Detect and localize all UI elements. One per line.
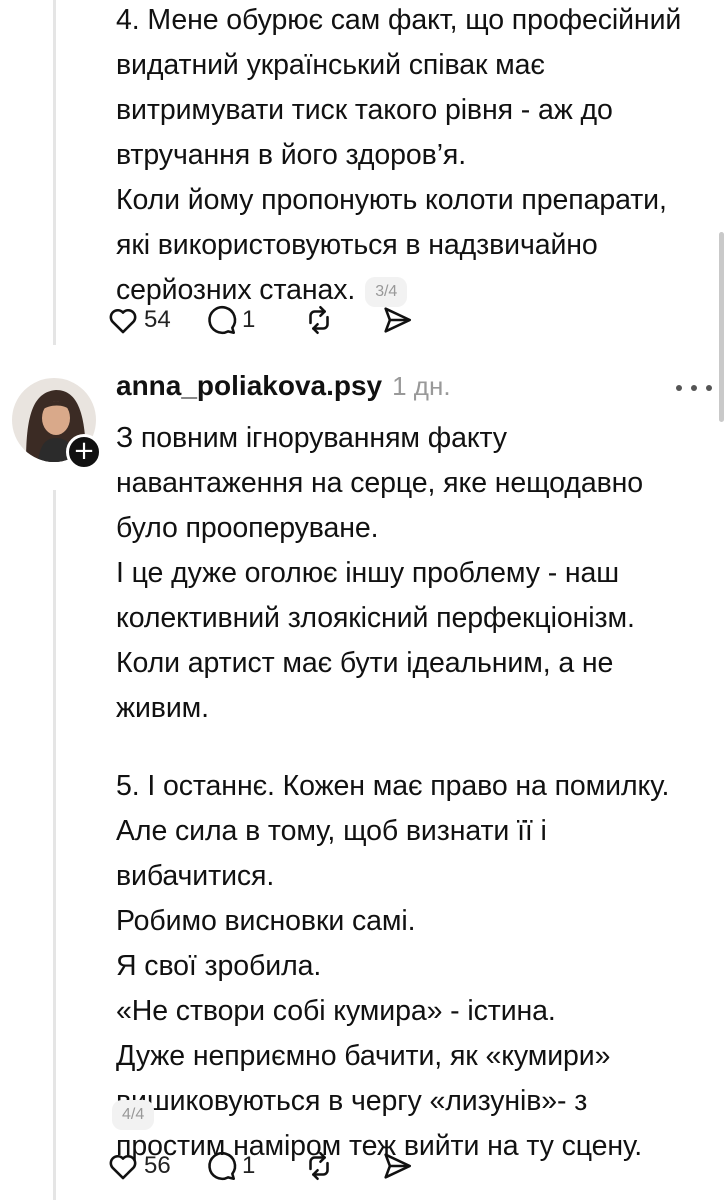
more-dots-icon [706,385,712,391]
follow-button[interactable]: + [66,434,102,470]
author-row: anna_poliakova.psy 1 дн. [116,370,451,410]
post-line: Але сила в тому, щоб визнати її і [116,815,547,847]
post-body-bottom: З повним ігноруванням факту навантаження… [116,416,705,1169]
reply-count: 1 [242,306,256,333]
repost-button[interactable] [302,1146,380,1186]
post-line: колективний злоякісний перфекціонізм. [116,602,635,634]
reply-count: 1 [242,1152,256,1179]
heart-outline-icon [109,308,137,334]
page-badge: 4/4 [112,1100,155,1130]
post-line: навантаження на серце, яке нещодавно [116,467,644,499]
post-body-top: 4. Мене обурює сам факт, що професійний … [116,0,705,313]
paper-plane-icon [384,1153,412,1179]
speech-bubble-icon [208,305,237,335]
post-line: І це дуже оголює іншу проблему - наш [116,557,620,589]
post-line: 4. Мене обурює сам факт, що професійний [116,4,682,36]
plus-icon: + [73,436,95,466]
post-line: Коли йому пропонують колоти препарати, [116,184,667,216]
like-count: 54 [144,306,171,333]
like-button[interactable]: 54 [106,300,204,340]
action-bar-bottom: 56 1 [106,1146,420,1186]
post-line: витримувати тиск такого рівня - аж до [116,94,613,126]
more-options-button[interactable] [676,378,712,398]
scrollbar[interactable] [719,232,724,422]
post-line: Коли артист має бути ідеальним, а не [116,647,614,679]
share-button[interactable] [380,300,420,340]
post-line: Дуже неприємно бачити, як «кумири» [116,1040,611,1072]
post-line: було прооперуване. [116,512,379,544]
post-line: вишиковуються в чергу «лизунів»- з [116,1085,588,1117]
repost-arrows-icon [309,305,329,335]
more-dots-icon [691,385,697,391]
more-dots-icon [676,385,682,391]
share-button[interactable] [380,1146,420,1186]
like-button[interactable]: 56 [106,1146,204,1186]
thread-line-top [53,0,56,345]
repost-arrows-icon [309,1151,329,1181]
post-line: Робимо висновки самі. [116,905,416,937]
post-line: живим. [116,692,209,724]
post-line: «Не створи собі кумира» - істина. [116,995,556,1027]
reply-button[interactable]: 1 [204,300,302,340]
reply-button[interactable]: 1 [204,1146,302,1186]
like-count: 56 [144,1152,171,1179]
repost-button[interactable] [302,300,380,340]
paper-plane-icon [384,307,412,333]
post-line: З повним ігноруванням факту [116,422,507,454]
post-line: які використовуються в надзвичайно [116,229,598,261]
post-line: втручання в його здоров’я. [116,139,467,171]
username[interactable]: anna_poliakova.psy [116,370,382,402]
timestamp: 1 дн. [392,371,451,401]
post-line: 5. І останнє. Кожен має право на помилку… [116,770,670,802]
page-badge-row: 4/4 [112,1100,155,1130]
post-line: видатний український співак має [116,49,545,81]
thread-line-bottom [53,490,56,1200]
heart-outline-icon [109,1154,137,1180]
post-line: вибачитися. [116,860,275,892]
action-bar-top: 54 1 [106,300,420,340]
post-line: Я свої зробила. [116,950,322,982]
speech-bubble-icon [208,1151,237,1181]
